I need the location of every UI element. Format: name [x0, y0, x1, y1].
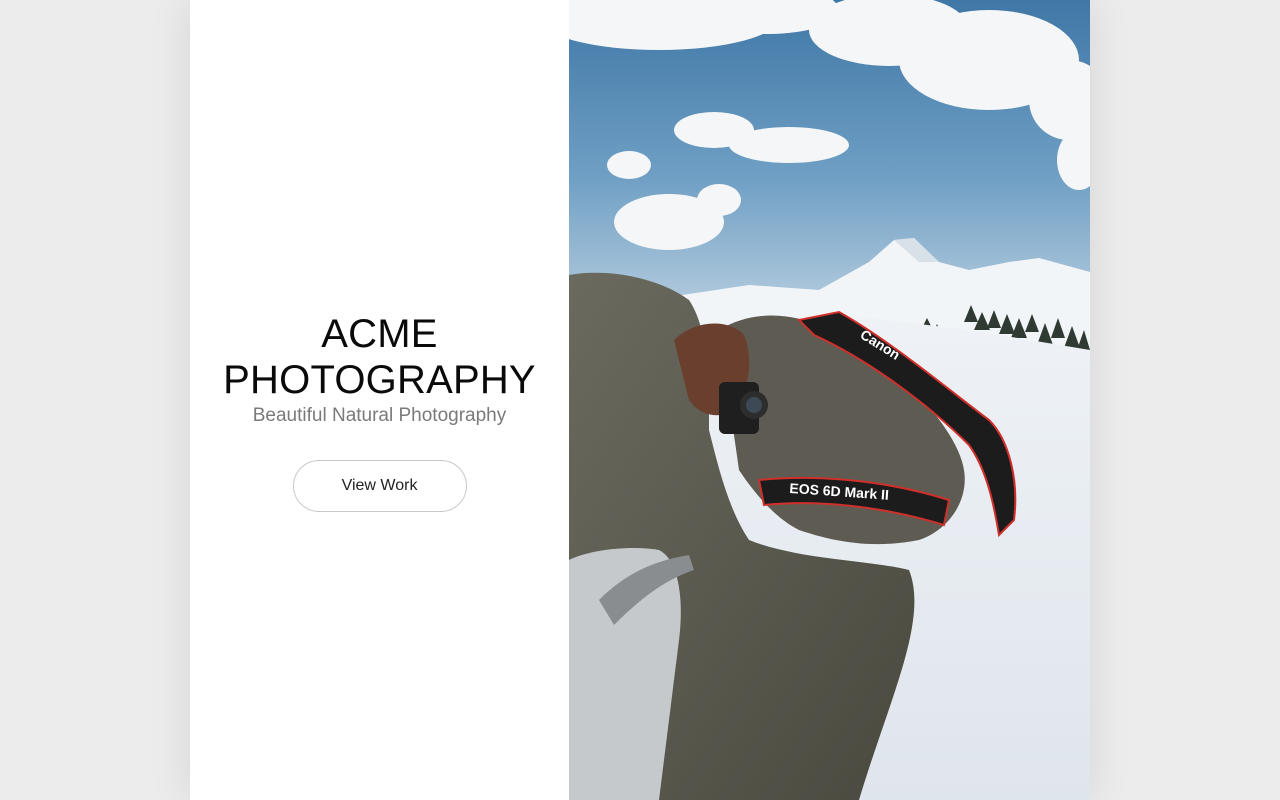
page-frame: ACME PHOTOGRAPHY Beautiful Natural Photo… — [190, 0, 1090, 800]
site-subtitle: Beautiful Natural Photography — [252, 404, 507, 426]
site-title: ACME PHOTOGRAPHY — [223, 289, 536, 403]
site-title-line1: ACME — [321, 311, 438, 356]
site-title-line2: PHOTOGRAPHY — [223, 357, 536, 402]
view-work-button[interactable]: View Work — [292, 459, 467, 512]
hero-photo: Canon EOS 6D Mark II — [569, 0, 1090, 800]
intro-panel: ACME PHOTOGRAPHY Beautiful Natural Photo… — [190, 0, 569, 800]
hero-photo-illustration: Canon EOS 6D Mark II — [569, 0, 1090, 800]
